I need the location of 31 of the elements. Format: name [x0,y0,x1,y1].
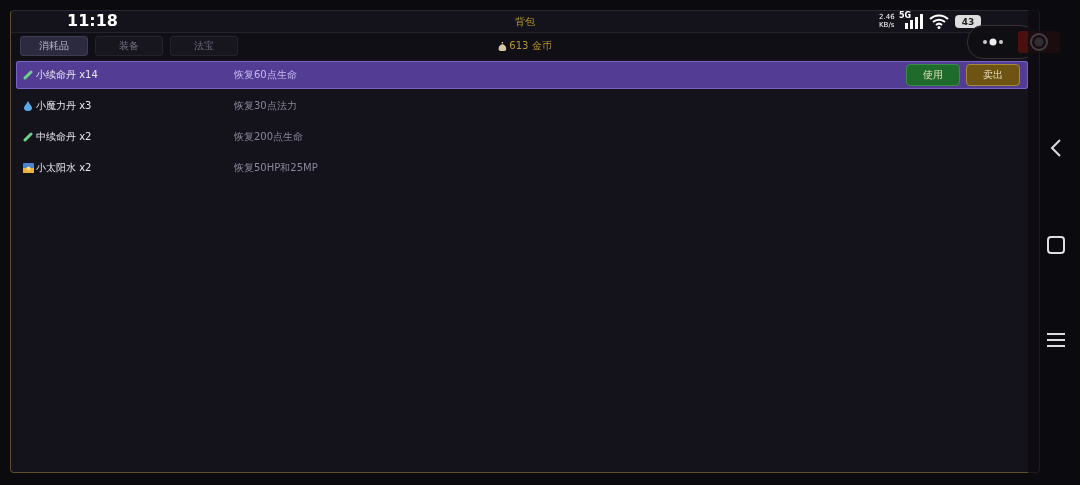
item-name: 小太阳水 x2 [36,161,93,175]
coin-balance: 613 金币 [509,39,552,53]
wifi-icon [929,14,949,29]
battery-level: 43 [955,15,981,28]
home-icon[interactable] [1047,235,1065,254]
back-icon[interactable] [1050,137,1062,158]
clock-time: 11:18 [67,11,118,30]
item-name: 小续命丹 x14 [36,68,99,82]
item-description: 恢复50HP和25MP [234,161,319,175]
pill-icon [23,132,33,142]
menu-icon[interactable] [1047,331,1065,348]
item-description: 恢复200点生命 [234,130,305,144]
item-name: 小魔力丹 x3 [36,99,93,113]
pill-icon [23,70,33,80]
category-tab[interactable]: 装备 [95,36,163,56]
item-description: 恢复30点法力 [234,99,298,113]
sell-button[interactable]: 卖出 [966,64,1020,86]
category-tab[interactable]: 消耗品 [20,36,88,56]
item-description: 恢复60点生命 [234,68,298,82]
item-row[interactable]: 小续命丹 x14 恢复60点生命 使用 卖出 [16,61,1028,89]
more-icon[interactable] [982,38,1004,46]
sunrise-icon [22,163,34,173]
item-row[interactable]: 中续命丹 x2 恢复200点生命 [16,123,1028,151]
item-row[interactable]: 小魔力丹 x3 恢复30点法力 [16,92,1028,120]
category-tab[interactable]: 法宝 [170,36,238,56]
use-button[interactable]: 使用 [906,64,960,86]
item-name: 中续命丹 x2 [36,130,93,144]
item-row[interactable]: 小太阳水 x2 恢复50HP和25MP [16,154,1028,182]
money-bag-icon [498,41,507,51]
droplet-icon [24,101,32,111]
network-type: 5G [899,11,912,20]
